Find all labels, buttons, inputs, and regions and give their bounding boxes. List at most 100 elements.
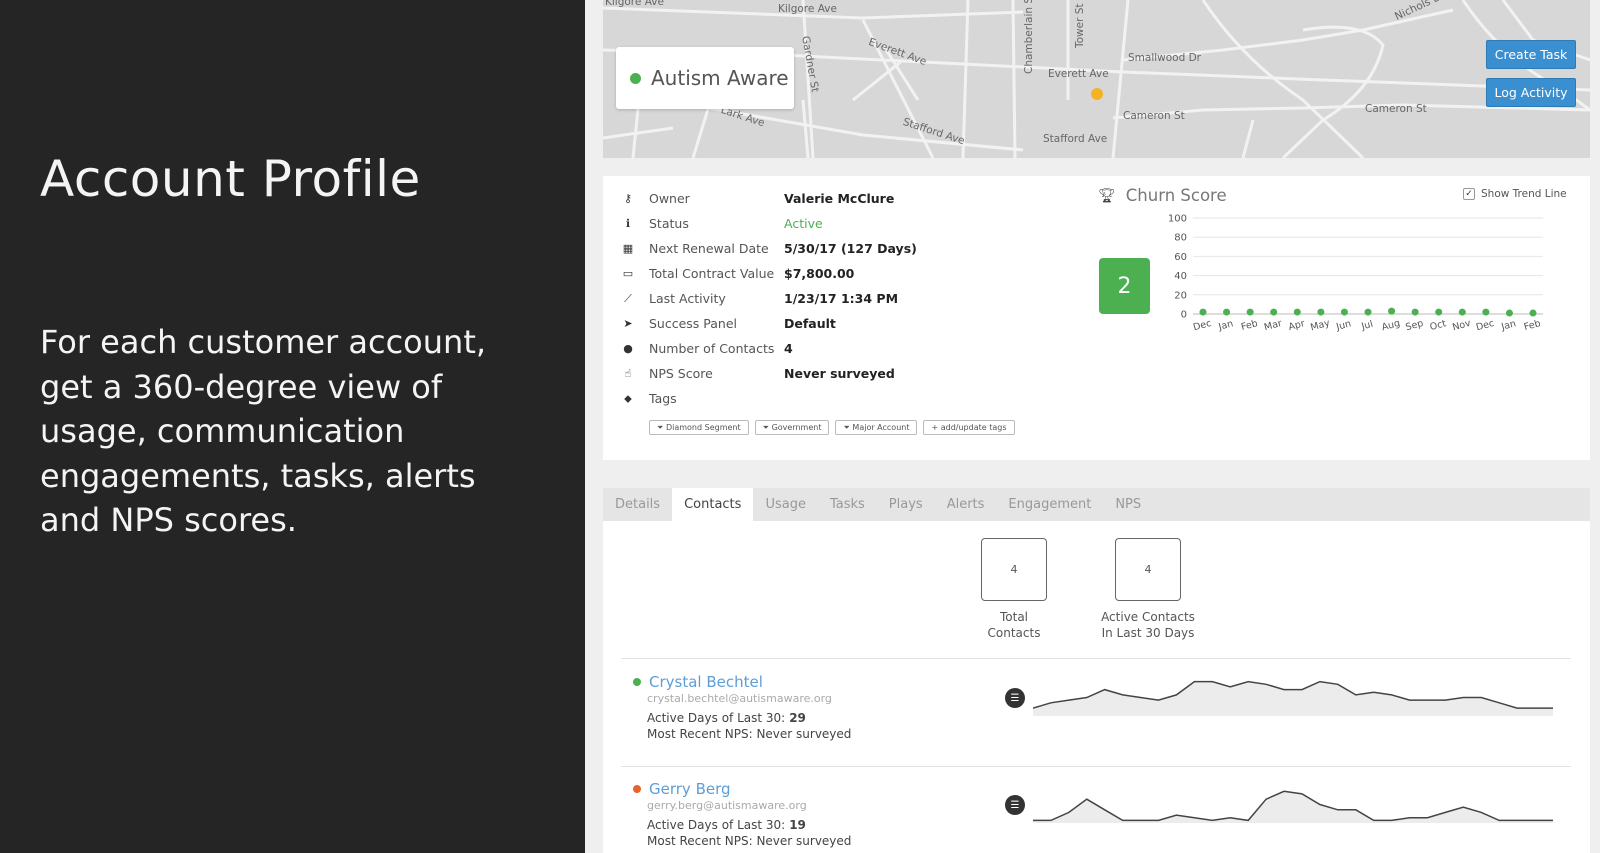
active-contacts-stat: 4 Active Contacts In Last 30 Days — [1093, 538, 1203, 641]
list-icon[interactable]: ☰ — [1005, 688, 1025, 708]
tag-major-account[interactable]: ⏷ Major Account — [835, 420, 918, 435]
tab-alerts[interactable]: Alerts — [935, 488, 997, 521]
tag-government[interactable]: ⏷ Government — [754, 420, 830, 435]
active-days-label: Active Days of Last 30: — [647, 711, 786, 725]
street-label: Kilgore Ave — [778, 3, 837, 15]
x-tick-label: Feb — [1240, 318, 1259, 333]
paper-plane-icon: ➤ — [623, 317, 633, 330]
x-tick-label: Mar — [1263, 318, 1283, 333]
info-icon: ℹ — [625, 217, 631, 230]
churn-score-value: 2 — [1099, 258, 1150, 314]
log-activity-button[interactable]: Log Activity — [1486, 78, 1576, 107]
x-tick-label: Jan — [1499, 318, 1517, 333]
churn-score-point[interactable] — [1435, 308, 1443, 316]
info-row-total-contract-value: ▭ Total Contract Value $7,800.00 — [621, 261, 855, 286]
info-value: 1/23/17 1:34 PM — [784, 291, 899, 306]
churn-score-point[interactable] — [1293, 308, 1301, 316]
caption-line: In Last 30 Days — [1101, 626, 1195, 640]
info-value: $7,800.00 — [784, 266, 855, 281]
show-trend-line-checkbox[interactable]: ✓ — [1463, 188, 1475, 200]
tab-nps[interactable]: NPS — [1103, 488, 1153, 521]
list-icon[interactable]: ☰ — [1005, 795, 1025, 815]
x-tick-label: Jun — [1334, 318, 1352, 333]
info-row-owner: ⚷ Owner Valerie McClure — [621, 186, 894, 211]
churn-score-point[interactable] — [1411, 308, 1419, 316]
show-trend-line-toggle[interactable]: ✓ Show Trend Line — [1463, 188, 1567, 200]
churn-score-point[interactable] — [1482, 308, 1490, 316]
churn-score-point[interactable] — [1364, 308, 1372, 316]
tag-label: Government — [771, 423, 822, 432]
account-status-dot — [630, 72, 641, 84]
account-info-card: ⚷ Owner Valerie McClure ℹ Status Active ▦ Next … — [603, 176, 1590, 460]
info-label: Next Renewal Date — [649, 241, 769, 256]
churn-score-point[interactable] — [1270, 308, 1278, 316]
tab-usage[interactable]: Usage — [753, 488, 818, 521]
contact-name-link[interactable]: Gerry Berg — [649, 780, 731, 798]
tab-bar: Details Contacts Usage Tasks Plays Alerts Enga… — [603, 488, 1590, 521]
caption-line: Active Contacts — [1101, 610, 1195, 624]
churn-score-point[interactable] — [1340, 308, 1348, 316]
churn-score-point[interactable] — [1505, 309, 1513, 317]
contact-name-row: Crystal Bechtel — [633, 673, 851, 691]
create-task-button[interactable]: Create Task — [1486, 40, 1576, 69]
contact-item: Gerry Berg gerry.berg@autismaware.org Ac… — [633, 780, 851, 848]
street-label: Chamberlain St — [1023, 0, 1035, 74]
x-tick-label: Sep — [1404, 318, 1424, 333]
info-row-number-of-contacts: ● Number of Contacts 4 — [621, 336, 793, 361]
info-label: Last Activity — [649, 291, 726, 306]
tag-filter-icon: ⏷ — [657, 423, 666, 432]
churn-score-point[interactable] — [1223, 308, 1231, 316]
street-label: Smallwood Dr — [1128, 52, 1202, 64]
account-name: Autism Aware — [651, 66, 789, 90]
info-row-nps-score: ☝ NPS Score Never surveyed — [621, 361, 895, 386]
y-tick-label: 20 — [1174, 290, 1187, 301]
street-label: Stafford Ave — [1043, 133, 1108, 145]
churn-score-chart: 020406080100Dec Jan Feb Mar Apr May Jun Jul Aug S… — [1168, 214, 1543, 333]
app-panel: Kilgore Ave Kilgore Ave Gardner St Evere… — [585, 0, 1600, 853]
info-row-tags: ⬥ Tags — [621, 386, 784, 411]
info-label: Total Contract Value — [649, 266, 775, 281]
tag-filter-icon: ⏷ — [762, 423, 772, 432]
tag-diamond-segment[interactable]: ⏷ Diamond Segment — [649, 420, 749, 435]
churn-score-point[interactable] — [1199, 308, 1207, 316]
contact-active-days: Active Days of Last 30: 19 — [647, 818, 851, 832]
location-marker[interactable] — [1091, 88, 1103, 100]
contact-status-dot — [633, 785, 641, 793]
x-tick-label: Dec — [1475, 318, 1496, 333]
tab-tasks[interactable]: Tasks — [818, 488, 877, 521]
caption-line: Contacts — [987, 626, 1041, 640]
churn-score-point[interactable] — [1317, 308, 1325, 316]
y-tick-label: 40 — [1174, 271, 1187, 282]
churn-score-point[interactable] — [1246, 308, 1254, 316]
trophy-icon: 🏆︎ — [1098, 187, 1116, 204]
active-days-value: 29 — [789, 711, 806, 725]
churn-score-point[interactable] — [1529, 309, 1537, 317]
churn-score-title: Churn Score — [1125, 186, 1227, 205]
add-update-tags-button[interactable]: + add/update tags — [923, 420, 1015, 435]
tab-details[interactable]: Details — [603, 488, 672, 521]
total-contacts-stat: 4 Total Contacts — [981, 538, 1047, 641]
info-label: Tags — [649, 391, 677, 406]
contact-name-link[interactable]: Crystal Bechtel — [649, 673, 763, 691]
active-days-value: 19 — [789, 818, 806, 832]
tag-label: Diamond Segment — [665, 423, 741, 432]
active-contacts-count: 4 — [1115, 538, 1181, 601]
street-label: Tower St — [1074, 3, 1086, 48]
y-tick-label: 80 — [1174, 233, 1187, 244]
x-tick-label: Feb — [1523, 318, 1542, 333]
account-name-card: Autism Aware — [616, 47, 794, 109]
tab-engagement[interactable]: Engagement — [996, 488, 1103, 521]
active-contacts-caption: Active Contacts In Last 30 Days — [1093, 609, 1203, 641]
info-label: Status — [649, 216, 689, 231]
contact-usage-sparkline — [1033, 680, 1553, 716]
contact-status-dot — [633, 678, 641, 686]
account-map[interactable]: Kilgore Ave Kilgore Ave Gardner St Evere… — [603, 0, 1590, 158]
tab-contacts[interactable]: Contacts — [672, 488, 754, 521]
slide-description: For each customer account, get a 360-deg… — [40, 323, 487, 539]
churn-score-point[interactable] — [1388, 307, 1396, 315]
x-tick-label: Jul — [1359, 319, 1374, 333]
info-row-status: ℹ Status Active — [621, 211, 823, 236]
churn-score-point[interactable] — [1458, 308, 1466, 316]
tab-plays[interactable]: Plays — [877, 488, 935, 521]
active-days-label: Active Days of Last 30: — [647, 818, 786, 832]
